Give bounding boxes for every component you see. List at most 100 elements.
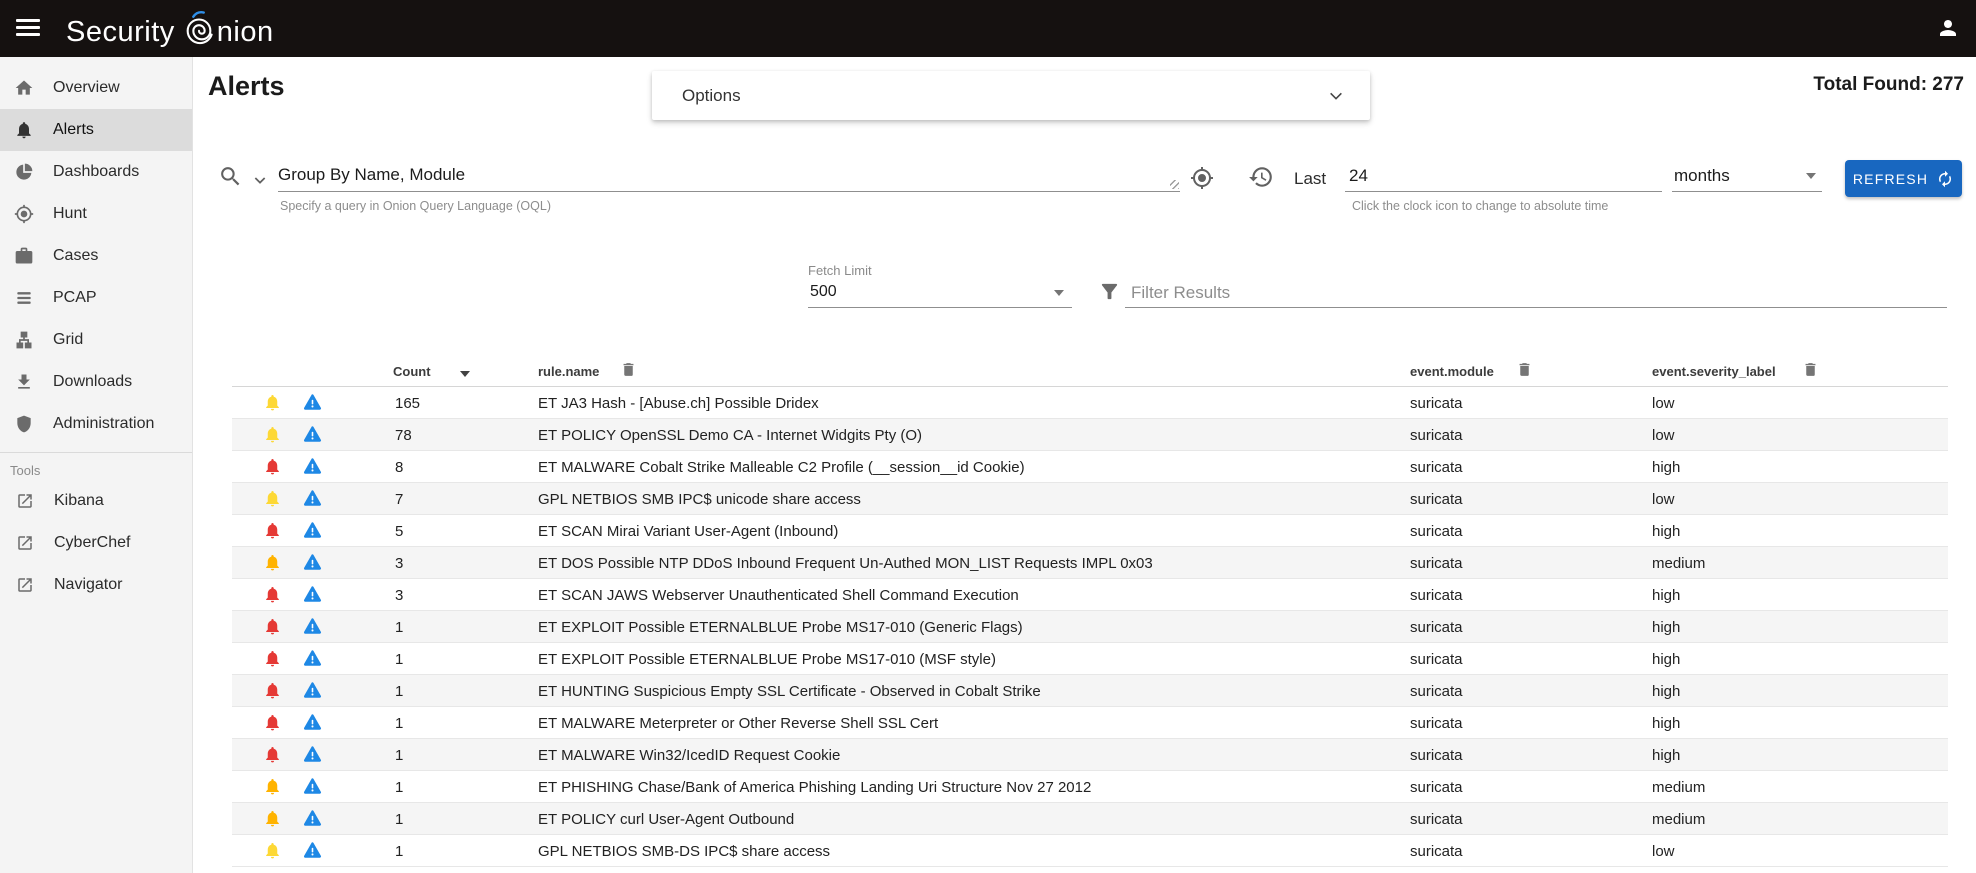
menu-icon[interactable] [16, 19, 40, 38]
alert-warning-icon[interactable] [303, 457, 322, 476]
rule-name-cell[interactable]: ET DOS Possible NTP DDoS Inbound Frequen… [538, 555, 1153, 572]
rule-name-cell[interactable]: ET MALWARE Win32/IcedID Request Cookie [538, 747, 840, 764]
time-unit-select[interactable]: months [1672, 160, 1822, 192]
fetch-limit-select[interactable]: 500 [808, 280, 1072, 308]
severity-bell-icon[interactable] [263, 713, 282, 732]
count-cell[interactable]: 5 [395, 523, 403, 540]
alert-warning-icon[interactable] [303, 841, 322, 860]
event-module-cell[interactable]: suricata [1410, 779, 1463, 796]
sidebar-item-administration[interactable]: Administration [0, 403, 192, 445]
severity-bell-icon[interactable] [263, 841, 282, 860]
remove-column-rule-name-icon[interactable] [620, 361, 637, 378]
alert-warning-icon[interactable] [303, 617, 322, 636]
event-module-cell[interactable]: suricata [1410, 811, 1463, 828]
event-module-cell[interactable]: suricata [1410, 555, 1463, 572]
severity-bell-icon[interactable] [263, 553, 282, 572]
column-header-event-severity-label[interactable]: event.severity_label [1652, 364, 1776, 379]
count-cell[interactable]: 7 [395, 491, 403, 508]
alert-warning-icon[interactable] [303, 777, 322, 796]
rule-name-cell[interactable]: ET POLICY OpenSSL Demo CA - Internet Wid… [538, 427, 922, 444]
options-panel-toggle[interactable]: Options [652, 71, 1370, 120]
count-cell[interactable]: 1 [395, 747, 403, 764]
severity-cell[interactable]: low [1652, 491, 1675, 508]
user-account-icon[interactable] [1936, 16, 1960, 40]
severity-cell[interactable]: medium [1652, 779, 1705, 796]
remove-column-event-module-icon[interactable] [1516, 361, 1533, 378]
column-header-event-module[interactable]: event.module [1410, 364, 1494, 379]
column-header-rule-name[interactable]: rule.name [538, 364, 599, 379]
severity-bell-icon[interactable] [263, 521, 282, 540]
event-module-cell[interactable]: suricata [1410, 427, 1463, 444]
count-cell[interactable]: 8 [395, 459, 403, 476]
sidebar-item-cases[interactable]: Cases [0, 235, 192, 277]
event-module-cell[interactable]: suricata [1410, 715, 1463, 732]
rule-name-cell[interactable]: ET HUNTING Suspicious Empty SSL Certific… [538, 683, 1041, 700]
time-value-input[interactable] [1345, 160, 1662, 192]
alert-warning-icon[interactable] [303, 585, 322, 604]
query-history-chevron-icon[interactable] [252, 172, 268, 188]
severity-bell-icon[interactable] [263, 745, 282, 764]
severity-cell[interactable]: low [1652, 395, 1675, 412]
filter-results-input[interactable] [1125, 278, 1947, 308]
alert-warning-icon[interactable] [303, 809, 322, 828]
severity-cell[interactable]: high [1652, 459, 1680, 476]
query-input[interactable]: Group By Name, Module [278, 160, 1180, 192]
alert-warning-icon[interactable] [303, 425, 322, 444]
sidebar-item-cyberchef[interactable]: CyberChef [0, 522, 192, 564]
severity-bell-icon[interactable] [263, 777, 282, 796]
event-module-cell[interactable]: suricata [1410, 843, 1463, 860]
remove-column-event-severity-icon[interactable] [1802, 361, 1819, 378]
event-module-cell[interactable]: suricata [1410, 619, 1463, 636]
sidebar-item-kibana[interactable]: Kibana [0, 480, 192, 522]
event-module-cell[interactable]: suricata [1410, 395, 1463, 412]
sidebar-item-alerts[interactable]: Alerts [0, 109, 192, 151]
clock-history-icon[interactable] [1248, 164, 1274, 190]
count-cell[interactable]: 1 [395, 811, 403, 828]
rule-name-cell[interactable]: ET JA3 Hash - [Abuse.ch] Possible Dridex [538, 395, 819, 412]
alert-warning-icon[interactable] [303, 489, 322, 508]
count-cell[interactable]: 1 [395, 779, 403, 796]
sort-descending-icon[interactable] [460, 371, 470, 377]
sidebar-item-overview[interactable]: Overview [0, 67, 192, 109]
event-module-cell[interactable]: suricata [1410, 523, 1463, 540]
alert-warning-icon[interactable] [303, 745, 322, 764]
rule-name-cell[interactable]: ET EXPLOIT Possible ETERNALBLUE Probe MS… [538, 651, 996, 668]
severity-bell-icon[interactable] [263, 585, 282, 604]
sidebar-item-dashboards[interactable]: Dashboards [0, 151, 192, 193]
event-module-cell[interactable]: suricata [1410, 587, 1463, 604]
severity-cell[interactable]: low [1652, 843, 1675, 860]
severity-cell[interactable]: high [1652, 523, 1680, 540]
event-module-cell[interactable]: suricata [1410, 651, 1463, 668]
count-cell[interactable]: 1 [395, 651, 403, 668]
rule-name-cell[interactable]: ET MALWARE Cobalt Strike Malleable C2 Pr… [538, 459, 1025, 476]
rule-name-cell[interactable]: GPL NETBIOS SMB-DS IPC$ share access [538, 843, 830, 860]
count-cell[interactable]: 3 [395, 587, 403, 604]
severity-bell-icon[interactable] [263, 393, 282, 412]
refresh-button[interactable]: REFRESH [1845, 160, 1962, 197]
alert-warning-icon[interactable] [303, 521, 322, 540]
severity-cell[interactable]: low [1652, 427, 1675, 444]
count-cell[interactable]: 1 [395, 619, 403, 636]
severity-cell[interactable]: high [1652, 683, 1680, 700]
alert-warning-icon[interactable] [303, 681, 322, 700]
rule-name-cell[interactable]: ET SCAN JAWS Webserver Unauthenticated S… [538, 587, 1019, 604]
severity-cell[interactable]: high [1652, 651, 1680, 668]
severity-bell-icon[interactable] [263, 617, 282, 636]
rule-name-cell[interactable]: ET POLICY curl User-Agent Outbound [538, 811, 794, 828]
severity-cell[interactable]: high [1652, 715, 1680, 732]
sidebar-item-downloads[interactable]: Downloads [0, 361, 192, 403]
count-cell[interactable]: 1 [395, 715, 403, 732]
count-cell[interactable]: 3 [395, 555, 403, 572]
rule-name-cell[interactable]: ET SCAN Mirai Variant User-Agent (Inboun… [538, 523, 838, 540]
severity-cell[interactable]: high [1652, 747, 1680, 764]
chevron-down-icon[interactable] [1328, 88, 1344, 104]
rule-name-cell[interactable]: GPL NETBIOS SMB IPC$ unicode share acces… [538, 491, 861, 508]
severity-cell[interactable]: medium [1652, 555, 1705, 572]
event-module-cell[interactable]: suricata [1410, 747, 1463, 764]
severity-cell[interactable]: high [1652, 619, 1680, 636]
severity-bell-icon[interactable] [263, 681, 282, 700]
event-module-cell[interactable]: suricata [1410, 491, 1463, 508]
target-icon[interactable] [1190, 166, 1214, 190]
sidebar-item-navigator[interactable]: Navigator [0, 564, 192, 606]
severity-bell-icon[interactable] [263, 809, 282, 828]
